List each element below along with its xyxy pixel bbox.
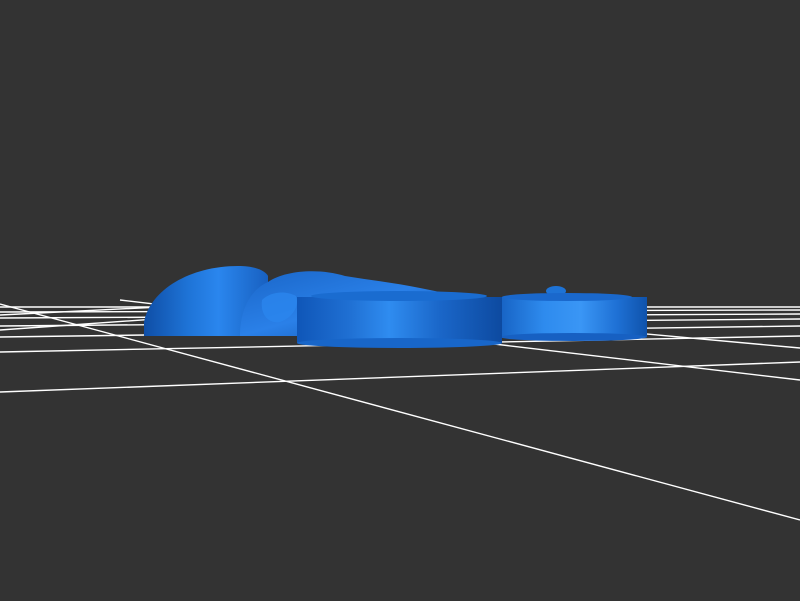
3d-viewport[interactable] (0, 0, 800, 601)
viewport-canvas[interactable] (0, 0, 800, 601)
cylinder-center (297, 291, 502, 348)
cylinder-right (500, 293, 647, 341)
